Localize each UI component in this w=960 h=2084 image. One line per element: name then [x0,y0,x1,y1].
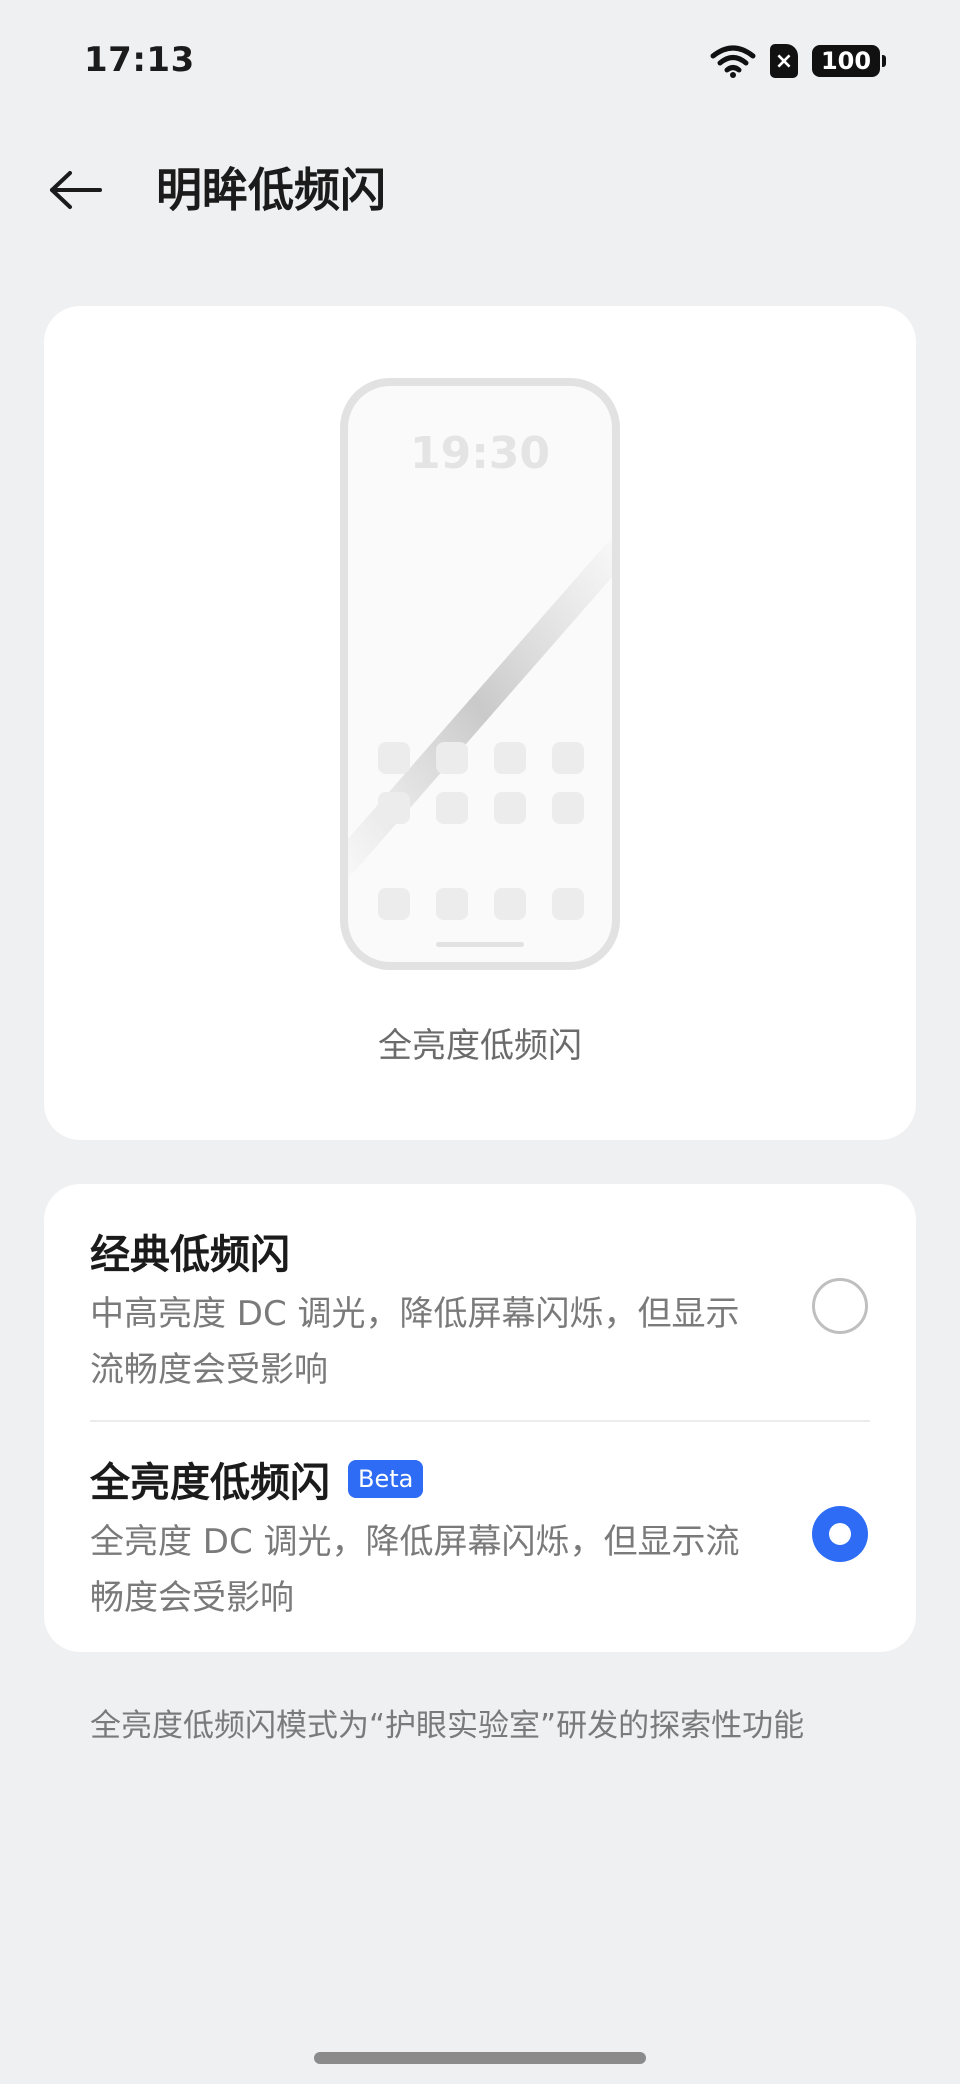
option-description: 中高亮度 DC 调光，降低屏幕闪烁，但显示流畅度会受影响 [90,1294,740,1390]
option-title: 经典低频闪 [90,1222,290,1280]
wifi-icon [710,44,756,78]
status-icons: × 100 [710,44,886,78]
battery-level: 100 [812,45,880,77]
back-button[interactable] [44,160,108,220]
option-full-brightness-low-flicker[interactable]: 全亮度低频闪 Beta 全亮度 DC 调光，降低屏幕闪烁，但显示流畅度会受影响 [44,1412,916,1638]
option-title-text: 全亮度低频闪 [90,1460,330,1506]
beta-badge: Beta [348,1460,424,1498]
page-title: 明眸低频闪 [156,163,386,217]
arrow-left-icon [50,171,102,209]
preview-clock: 19:30 [410,428,550,479]
battery-tip [882,55,886,67]
footnote: 全亮度低频闪模式为“护眼实验室”研发的探索性功能 [90,1708,805,1744]
preview-caption: 全亮度低频闪 [378,1026,582,1066]
header: 明眸低频闪 [0,150,960,230]
phone-illustration: 19:30 [340,378,620,970]
sim-card-icon: × [770,44,798,78]
preview-card: 19:30 全亮度低频闪 [44,306,916,1140]
option-classic-low-flicker[interactable]: 经典低频闪 中高亮度 DC 调光，降低屏幕闪烁，但显示流畅度会受影响 [44,1184,916,1410]
option-description: 全亮度 DC 调光，降低屏幕闪烁，但显示流畅度会受影响 [90,1522,740,1618]
radio-button-classic[interactable] [812,1278,868,1334]
status-bar: 17:13 × 100 [0,0,960,120]
radio-button-full-brightness[interactable] [812,1506,868,1562]
option-title-text: 经典低频闪 [90,1232,290,1278]
options-card: 经典低频闪 中高亮度 DC 调光，降低屏幕闪烁，但显示流畅度会受影响 全亮度低频… [44,1184,916,1652]
home-indicator[interactable] [314,2052,646,2064]
battery-icon: 100 [812,45,886,77]
status-time: 17:13 [84,40,195,80]
option-title: 全亮度低频闪 Beta [90,1450,424,1508]
